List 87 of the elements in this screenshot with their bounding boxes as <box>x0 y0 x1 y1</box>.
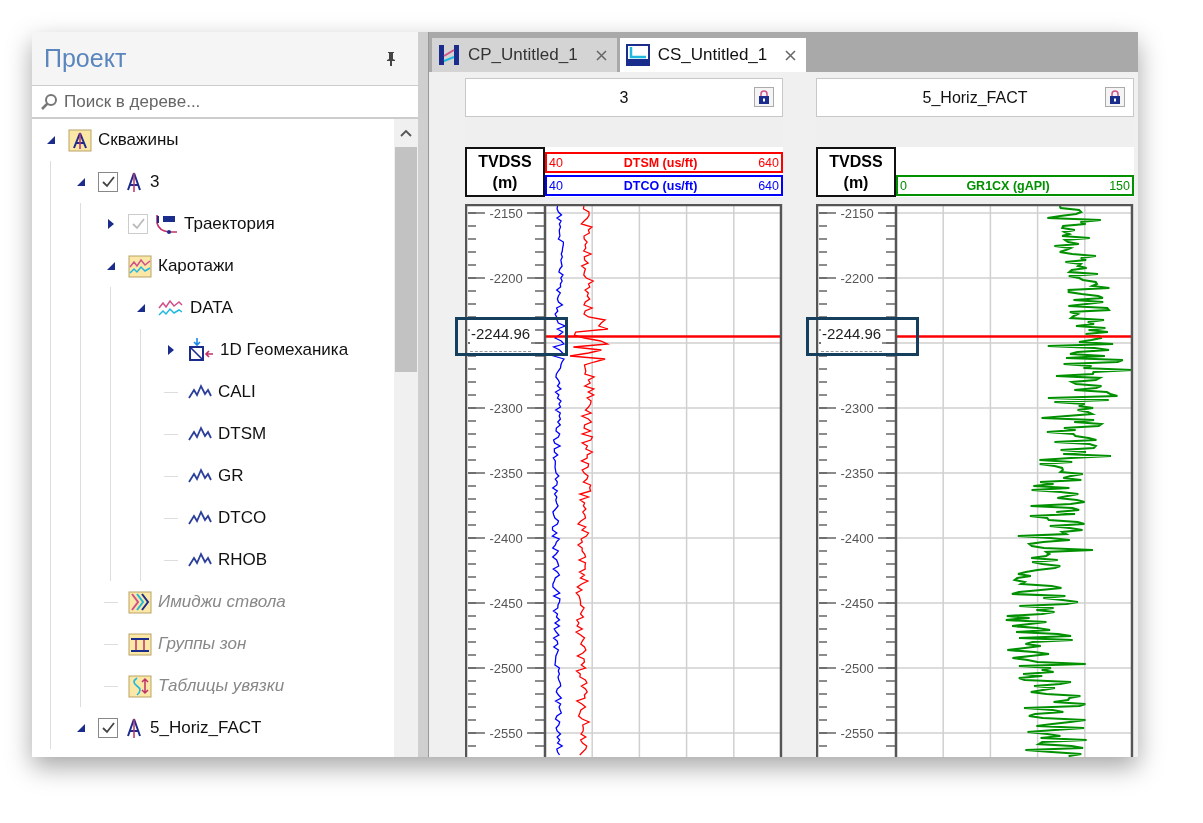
collapse-icon[interactable] <box>106 261 116 271</box>
depth-label: -2450 <box>489 596 523 611</box>
close-icon[interactable] <box>785 49 797 61</box>
tie-folder-icon <box>128 674 152 698</box>
scrollbar[interactable] <box>394 119 418 757</box>
collapse-icon[interactable] <box>136 303 146 313</box>
tree-item[interactable]: 3 <box>150 172 160 192</box>
geomechanics-icon <box>188 338 214 362</box>
depth-label: -2150 <box>489 206 523 221</box>
scrollbar-thumb[interactable] <box>395 147 417 372</box>
trajectory-icon <box>154 213 178 235</box>
cross-plot-icon <box>438 44 460 66</box>
tree-item[interactable]: CALI <box>218 382 256 402</box>
tree-item[interactable]: DTCO <box>218 508 267 528</box>
depth-label: -2550 <box>840 726 874 741</box>
checkbox[interactable] <box>98 172 118 192</box>
tree-item[interactable]: Имиджи ствола <box>158 592 286 612</box>
depth-label: -2400 <box>840 531 874 546</box>
depth-label: -2350 <box>840 466 874 481</box>
document-tab[interactable]: CP_Untitled_1 <box>432 38 617 72</box>
scale-max: 640 <box>758 178 779 193</box>
depth-label: -2200 <box>840 271 874 286</box>
tree-item[interactable]: RHOB <box>218 550 268 570</box>
curve-header[interactable]: 40 DTSM (us/ft) 640 <box>545 152 783 173</box>
depth-label: -2150 <box>840 206 874 221</box>
checkmark-icon <box>130 216 146 232</box>
scale-max: 640 <box>758 155 779 170</box>
depth-label: -2350 <box>489 466 523 481</box>
well-icon <box>124 717 144 739</box>
well-name: 5_Horiz_FACT <box>922 88 1028 107</box>
scale-min: 40 <box>549 155 563 170</box>
collapse-icon[interactable] <box>46 135 56 145</box>
close-icon[interactable] <box>595 49 607 61</box>
curve-name: GR1CX (gAPI) <box>966 178 1050 193</box>
checkmark-icon <box>100 720 116 736</box>
axis-unit: (m) <box>492 173 518 193</box>
lock-icon <box>758 90 770 104</box>
scroll-up-icon[interactable] <box>400 129 412 137</box>
tree-item[interactable]: Скважины <box>98 130 179 150</box>
scale-min: 40 <box>549 178 563 193</box>
depth-label: -2400 <box>489 531 523 546</box>
log-folder-icon <box>128 254 152 278</box>
tree-item[interactable]: Каротажи <box>158 256 234 276</box>
collapse-icon[interactable] <box>76 723 86 733</box>
cross-section-icon <box>625 44 650 66</box>
scale-min: 0 <box>900 178 907 193</box>
collapse-icon[interactable] <box>76 177 86 187</box>
checkmark-icon <box>100 174 116 190</box>
lock-button[interactable] <box>754 87 774 107</box>
depth-label: -2500 <box>840 661 874 676</box>
depth-label: -2450 <box>840 596 874 611</box>
image-folder-icon <box>128 590 152 614</box>
checkbox[interactable] <box>98 718 118 738</box>
tree-item[interactable]: 1D Геомеханика <box>220 340 349 360</box>
expand-icon[interactable] <box>106 219 116 229</box>
search-icon <box>40 92 58 111</box>
depth-label: -2200 <box>489 271 523 286</box>
expand-icon[interactable] <box>166 345 176 355</box>
curve-header[interactable]: 0 GR1CX (gAPI) 150 <box>896 175 1134 196</box>
tree-item[interactable]: Таблицы увязки <box>158 676 285 696</box>
well-name: 3 <box>619 88 629 107</box>
axis-title: TVDSS <box>478 152 532 172</box>
curve-header[interactable]: 40 DTCO (us/ft) 640 <box>545 175 783 196</box>
depth-label: -2550 <box>489 726 523 741</box>
lock-button[interactable] <box>1105 87 1125 107</box>
depth-label: -2300 <box>840 401 874 416</box>
zone-folder-icon <box>128 632 152 656</box>
tree-item[interactable]: Группы зон <box>158 634 247 654</box>
axis-unit: (m) <box>843 173 869 193</box>
tree-item[interactable]: DATA <box>190 298 233 318</box>
curve-name: DTSM (us/ft) <box>623 155 698 170</box>
tree-item[interactable]: 5_Horiz_FACT <box>150 718 262 738</box>
well-icon <box>124 171 144 193</box>
depth-label: -2300 <box>489 401 523 416</box>
tree-item[interactable]: GR <box>218 466 244 486</box>
curve-name: DTCO (us/ft) <box>623 178 698 193</box>
scale-max: 150 <box>1109 178 1130 193</box>
tree-item[interactable]: DTSM <box>218 424 267 444</box>
pin-icon[interactable] <box>386 51 396 66</box>
document-tab[interactable]: CS_Untitled_1 <box>619 38 807 72</box>
axis-title: TVDSS <box>829 152 883 172</box>
lock-icon <box>1109 90 1121 104</box>
well-folder-icon <box>68 128 92 152</box>
depth-label: -2500 <box>489 661 523 676</box>
search-field[interactable]: Поиск в дереве... <box>62 90 418 113</box>
tree-item[interactable]: Траектория <box>184 214 275 234</box>
panel-title: Проект <box>44 44 127 73</box>
